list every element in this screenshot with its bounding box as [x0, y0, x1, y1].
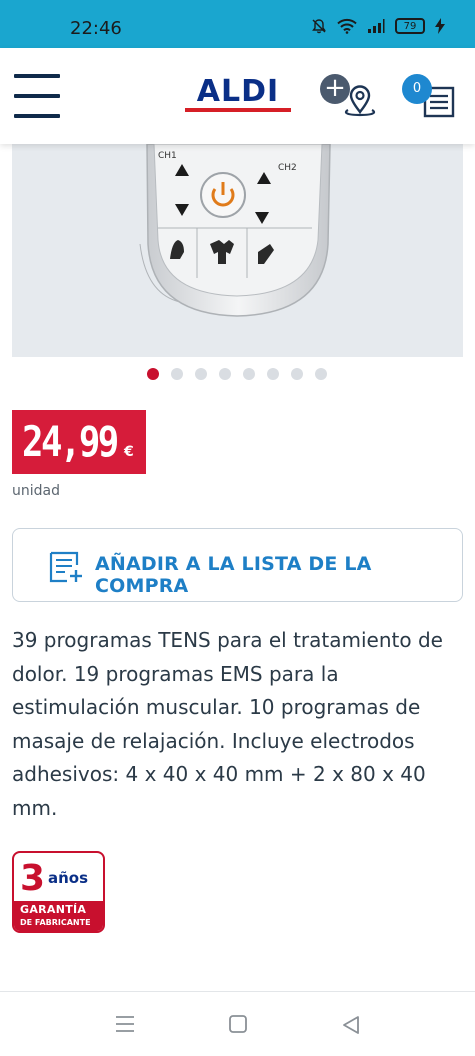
gallery-dot-5[interactable] — [243, 368, 255, 380]
gallery-dot-6[interactable] — [267, 368, 279, 380]
price-value: 24,99 — [22, 417, 119, 466]
remote-control-image: CH1 CH2 — [139, 144, 331, 317]
aldi-logo[interactable]: ALDI — [185, 74, 291, 112]
list-count-badge: 0 — [402, 74, 432, 104]
gallery-dot-3[interactable] — [195, 368, 207, 380]
product-image[interactable]: CH1 CH2 — [12, 144, 463, 357]
svg-text:CH2: CH2 — [278, 163, 297, 173]
gallery-dot-7[interactable] — [291, 368, 303, 380]
gallery-dot-8[interactable] — [315, 368, 327, 380]
wifi-icon — [337, 18, 357, 34]
status-icons: 79 — [311, 18, 445, 34]
mute-bell-icon — [312, 19, 326, 34]
home-icon[interactable] — [228, 1014, 248, 1034]
add-to-list-label: AÑADIR A LA LISTA DE LA COMPRA — [95, 553, 372, 597]
store-locator-button[interactable]: + — [318, 70, 382, 120]
location-pin-icon — [344, 85, 376, 117]
add-to-list-icon — [49, 551, 82, 583]
svg-text:CH1: CH1 — [158, 151, 177, 161]
warranty-badge: 3 años GARANTÍA DE FABRICANTE — [12, 851, 105, 933]
signal-icon — [368, 19, 385, 33]
gallery-dots — [147, 368, 327, 380]
product-description: 39 programas TENS para el tratamiento de… — [12, 628, 443, 820]
warranty-years: 3 — [20, 858, 46, 899]
logo-underline — [185, 108, 291, 112]
battery-level: 79 — [403, 20, 417, 32]
recent-apps-icon[interactable] — [114, 1014, 136, 1034]
price-tag: 24,99 € — [12, 410, 146, 474]
price-unit: unidad — [12, 483, 60, 499]
charging-icon — [435, 18, 445, 34]
gallery-dot-1[interactable] — [147, 368, 159, 380]
shopping-list-button[interactable]: 0 — [400, 70, 466, 120]
status-bar: 22:46 79 — [0, 0, 475, 48]
back-icon[interactable] — [340, 1014, 362, 1036]
status-time: 22:46 — [70, 18, 122, 39]
system-nav-bar — [0, 991, 475, 1056]
app-header: ALDI + 0 — [0, 48, 475, 144]
menu-icon[interactable] — [14, 74, 60, 118]
warranty-line2: DE FABRICANTE — [20, 918, 91, 927]
add-to-list-button[interactable]: AÑADIR A LA LISTA DE LA COMPRA — [12, 528, 463, 602]
warranty-line1: GARANTÍA — [20, 903, 87, 916]
gallery-dot-2[interactable] — [171, 368, 183, 380]
logo-text: ALDI — [196, 74, 280, 109]
price-currency: € — [124, 444, 134, 460]
battery-icon: 79 — [395, 18, 425, 34]
warranty-years-label: años — [48, 869, 89, 887]
gallery-dot-4[interactable] — [219, 368, 231, 380]
